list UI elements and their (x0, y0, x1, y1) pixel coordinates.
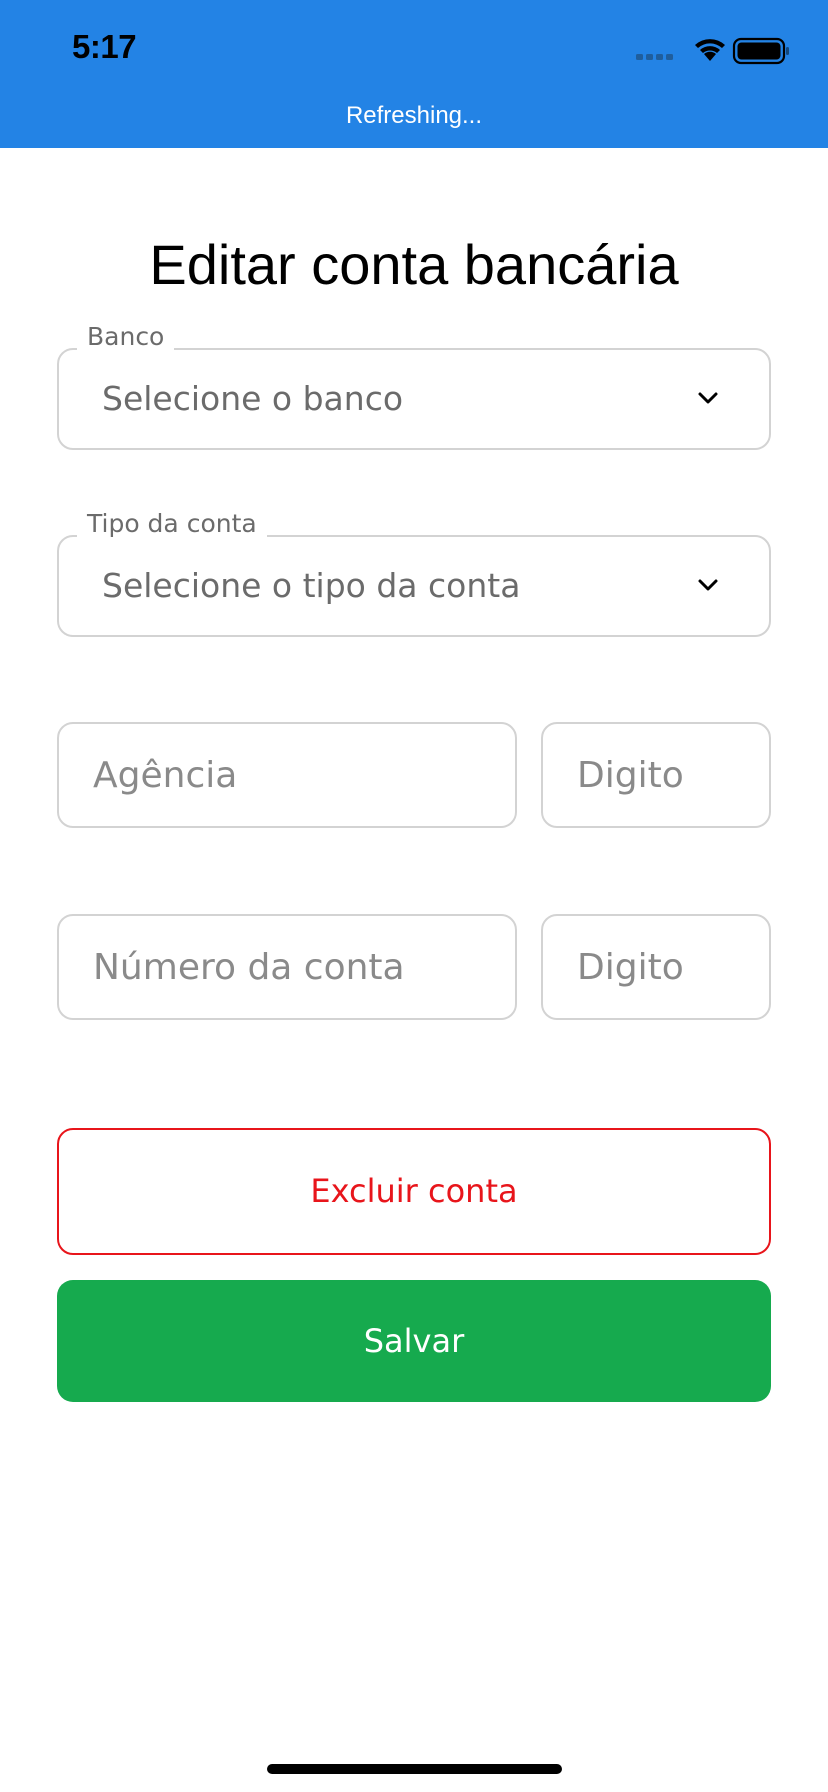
agency-field-box (57, 722, 517, 828)
agency-digit-field-box (541, 722, 771, 828)
bank-select-value: Selecione o banco (102, 379, 404, 418)
delete-account-button[interactable]: Excluir conta (57, 1128, 771, 1255)
bank-select-label: Banco (77, 320, 175, 354)
battery-icon (732, 37, 789, 65)
status-time: 5:17 (72, 28, 137, 65)
agency-input[interactable] (59, 724, 515, 826)
agency-digit-input[interactable] (543, 724, 769, 826)
screen: 5:17 Refreshing... Editar conta bancária (0, 0, 828, 1792)
status-bar: 5:17 Refreshing... (0, 0, 828, 148)
chevron-down-icon (698, 392, 718, 404)
chevron-down-icon (698, 579, 718, 591)
status-icons (636, 37, 789, 65)
account-type-select[interactable]: Tipo da conta Selecione o tipo da conta (57, 507, 771, 637)
account-number-input[interactable] (59, 916, 515, 1018)
refresh-indicator-text: Refreshing... (345, 102, 483, 129)
save-button[interactable]: Salvar (57, 1280, 771, 1402)
signal-icon (636, 54, 673, 60)
account-digit-field-box (541, 914, 771, 1020)
bank-select[interactable]: Banco Selecione o banco (57, 320, 771, 450)
account-number-field-box (57, 914, 517, 1020)
page-title: Editar conta bancária (149, 233, 679, 296)
account-type-select-value: Selecione o tipo da conta (102, 566, 521, 605)
account-type-select-label: Tipo da conta (77, 507, 267, 541)
wifi-icon (695, 39, 725, 61)
account-digit-input[interactable] (543, 916, 769, 1018)
home-indicator[interactable] (267, 1764, 562, 1774)
